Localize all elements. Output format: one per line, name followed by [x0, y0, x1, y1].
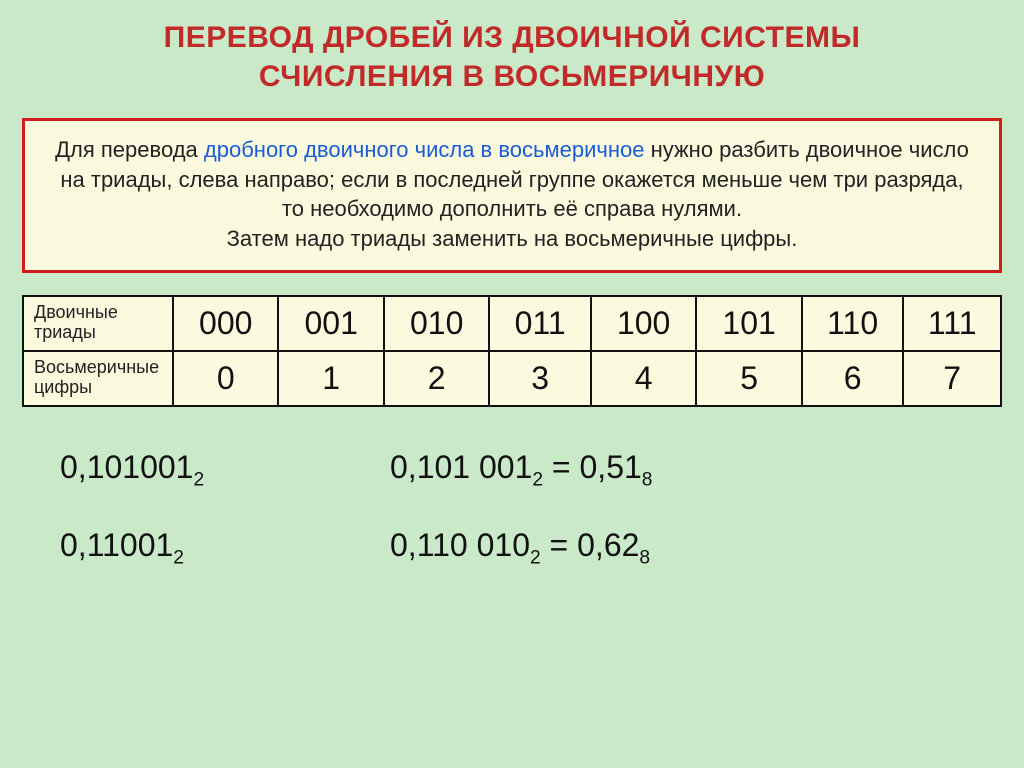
example-eq: =	[543, 449, 579, 485]
example-right-rhs-sub: 8	[642, 469, 653, 490]
triad-cell: 111	[903, 296, 1001, 351]
row-header-triads: Двоичные триады	[23, 296, 173, 351]
rule-highlight: дробного двоичного числа в восьмеричное	[204, 137, 645, 162]
digit-cell: 5	[696, 351, 801, 406]
example-left-sub: 2	[173, 548, 184, 569]
triad-cell: 101	[696, 296, 801, 351]
example-right-lhs-sub: 2	[530, 548, 541, 569]
rule-box: Для перевода дробного двоичного числа в …	[22, 118, 1002, 273]
example-left: 0,1010012	[60, 449, 310, 491]
example-left: 0,110012	[60, 527, 310, 569]
example-left-sub: 2	[193, 469, 204, 490]
digit-cell: 6	[802, 351, 904, 406]
example-row: 0,1010012 0,101 0012 = 0,518	[60, 449, 964, 491]
digit-cell: 7	[903, 351, 1001, 406]
example-row: 0,110012 0,110 0102 = 0,628	[60, 527, 964, 569]
digit-cell: 4	[591, 351, 696, 406]
slide-title: ПЕРЕВОД ДРОБЕЙ ИЗ ДВОИЧНОЙ СИСТЕМЫ СЧИСЛ…	[0, 0, 1024, 118]
triad-cell: 000	[173, 296, 278, 351]
digit-cell: 3	[489, 351, 591, 406]
triad-cell: 010	[384, 296, 489, 351]
triad-cell: 100	[591, 296, 696, 351]
digit-cell: 0	[173, 351, 278, 406]
example-right-lhs: 0,110 010	[390, 527, 530, 563]
row-header-digits: Восьмеричные цифры	[23, 351, 173, 406]
example-right-lhs-sub: 2	[532, 469, 543, 490]
digit-cell: 1	[278, 351, 383, 406]
digit-cell: 2	[384, 351, 489, 406]
example-left-value: 0,101001	[60, 449, 193, 485]
triad-cell: 110	[802, 296, 904, 351]
table-row: Двоичные триады 000 001 010 011 100 101 …	[23, 296, 1001, 351]
table-row: Восьмеричные цифры 0 1 2 3 4 5 6 7	[23, 351, 1001, 406]
title-line-1: ПЕРЕВОД ДРОБЕЙ ИЗ ДВОИЧНОЙ СИСТЕМЫ	[164, 21, 861, 54]
example-eq: =	[541, 527, 577, 563]
example-right-rhs: 0,62	[577, 527, 639, 563]
title-line-2: СЧИСЛЕНИЯ В ВОСЬМЕРИЧНУЮ	[259, 60, 765, 93]
triad-cell: 001	[278, 296, 383, 351]
example-right: 0,110 0102 = 0,628	[390, 527, 650, 569]
triad-cell: 011	[489, 296, 591, 351]
rule-part1: Для перевода	[55, 137, 204, 162]
example-right: 0,101 0012 = 0,518	[390, 449, 652, 491]
example-right-rhs: 0,51	[580, 449, 642, 485]
example-right-rhs-sub: 8	[639, 548, 650, 569]
examples-block: 0,1010012 0,101 0012 = 0,518 0,110012 0,…	[0, 449, 1024, 570]
rule-line2: Затем надо триады заменить на восьмеричн…	[227, 226, 798, 251]
example-right-lhs: 0,101 001	[390, 449, 532, 485]
triad-table: Двоичные триады 000 001 010 011 100 101 …	[22, 295, 1002, 407]
example-left-value: 0,11001	[60, 527, 173, 563]
